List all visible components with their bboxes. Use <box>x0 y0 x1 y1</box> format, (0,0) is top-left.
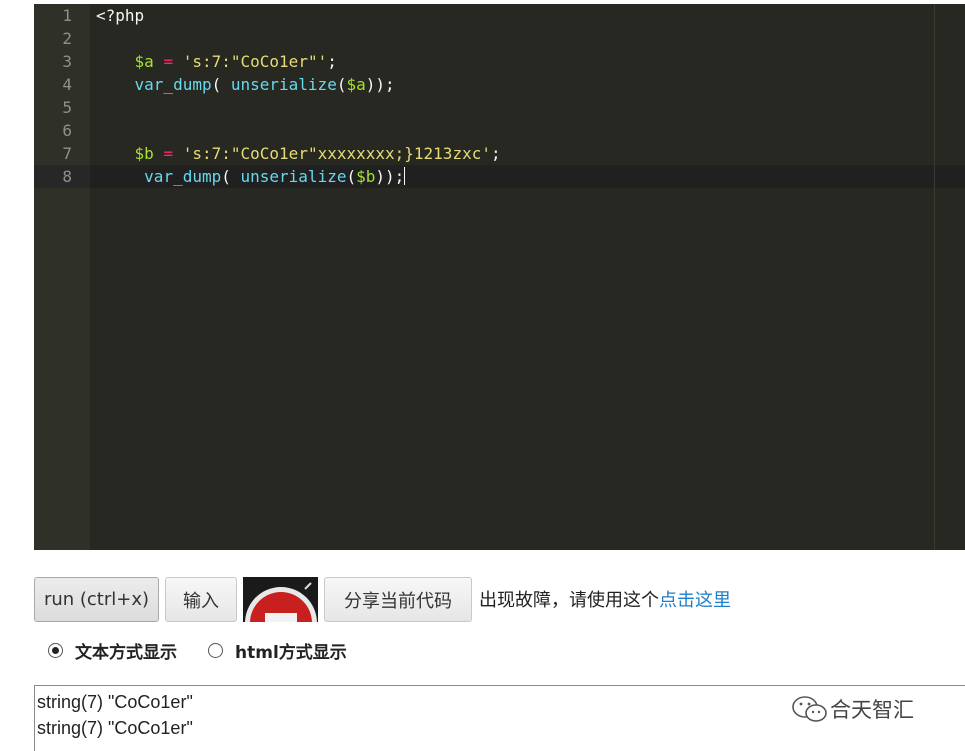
code-token: ( <box>346 167 357 186</box>
code-editor[interactable]: 1 <?php 2 3 $a = 's:7:"CoCo1er"'; 4 var_dump… <box>34 4 965 550</box>
code-text[interactable]: $b = 's:7:"CoCo1er"xxxxxxxx;}1213zxc'; <box>96 142 501 165</box>
share-code-button[interactable]: 分享当前代码 <box>324 577 472 622</box>
line-number: 8 <box>62 167 72 186</box>
stop-sign-icon[interactable] <box>243 577 318 622</box>
line-number: 3 <box>62 52 72 71</box>
watermark: 合天智汇 <box>790 694 914 724</box>
code-token: var_dump <box>134 75 212 94</box>
fallback-link[interactable]: 点击这里 <box>659 590 731 611</box>
code-text[interactable]: var_dump( unserialize($a)); <box>96 73 395 96</box>
code-token: )); <box>365 75 395 94</box>
code-token: ( <box>221 167 241 186</box>
radio-html-mode-label: html方式显示 <box>235 642 347 663</box>
code-token: $a <box>134 52 154 71</box>
code-line[interactable]: 4 var_dump( unserialize($a)); <box>34 73 965 96</box>
radio-html-mode[interactable]: html方式显示 <box>208 638 347 663</box>
radio-text-mode-indicator[interactable] <box>48 642 63 658</box>
line-number: 2 <box>62 29 72 48</box>
radio-text-mode[interactable]: 文本方式显示 <box>48 638 177 663</box>
code-token: unserialize <box>230 75 337 94</box>
code-text[interactable]: <?php <box>96 4 144 27</box>
code-token: )); <box>375 167 405 186</box>
code-token: unserialize <box>240 167 347 186</box>
code-token: = <box>163 52 174 71</box>
line-number: 6 <box>62 121 72 140</box>
code-token: $b <box>356 167 376 186</box>
code-token: ; <box>490 144 501 163</box>
code-token: = <box>163 144 174 163</box>
input-button[interactable]: 输入 <box>165 577 237 622</box>
fault-notice-text: 出现故障，请使用这个 <box>479 590 659 611</box>
line-number: 4 <box>62 75 72 94</box>
wechat-icon <box>792 696 827 722</box>
text-cursor <box>404 167 406 185</box>
line-number: 7 <box>62 144 72 163</box>
code-text[interactable]: var_dump( unserialize($b)); <box>96 165 406 188</box>
code-token: $a <box>346 75 366 94</box>
code-line[interactable]: 2 <box>34 27 965 50</box>
code-token: 's:7:"CoCo1er"xxxxxxxx;}1213zxc' <box>182 144 491 163</box>
code-token: ( <box>211 75 231 94</box>
code-line[interactable]: 7 $b = 's:7:"CoCo1er"xxxxxxxx;}1213zxc'; <box>34 142 965 165</box>
run-button[interactable]: run (ctrl+x) <box>34 577 159 622</box>
code-line[interactable]: 8 var_dump( unserialize($b)); <box>34 165 965 188</box>
code-text[interactable]: $a = 's:7:"CoCo1er"'; <box>96 50 337 73</box>
code-token: ; <box>327 52 337 71</box>
code-line[interactable]: 5 <box>34 96 965 119</box>
fault-notice: 出现故障，请使用这个点击这里 <box>479 586 731 612</box>
code-line[interactable]: 1 <?php <box>34 4 965 27</box>
code-token: 's:7:"CoCo1er"' <box>182 52 328 71</box>
code-line[interactable]: 3 $a = 's:7:"CoCo1er"'; <box>34 50 965 73</box>
code-token: var_dump <box>144 167 222 186</box>
radio-html-mode-indicator[interactable] <box>208 642 223 658</box>
code-line[interactable]: 6 <box>34 119 965 142</box>
output-line: string(7) "CoCo1er" <box>37 692 193 712</box>
line-number: 5 <box>62 98 72 117</box>
code-token: <?php <box>96 6 145 25</box>
output-line: string(7) "CoCo1er" <box>37 718 193 738</box>
radio-text-mode-label: 文本方式显示 <box>75 642 177 663</box>
code-token: $b <box>134 144 154 163</box>
line-number: 1 <box>62 6 72 25</box>
watermark-text: 合天智汇 <box>830 698 914 722</box>
